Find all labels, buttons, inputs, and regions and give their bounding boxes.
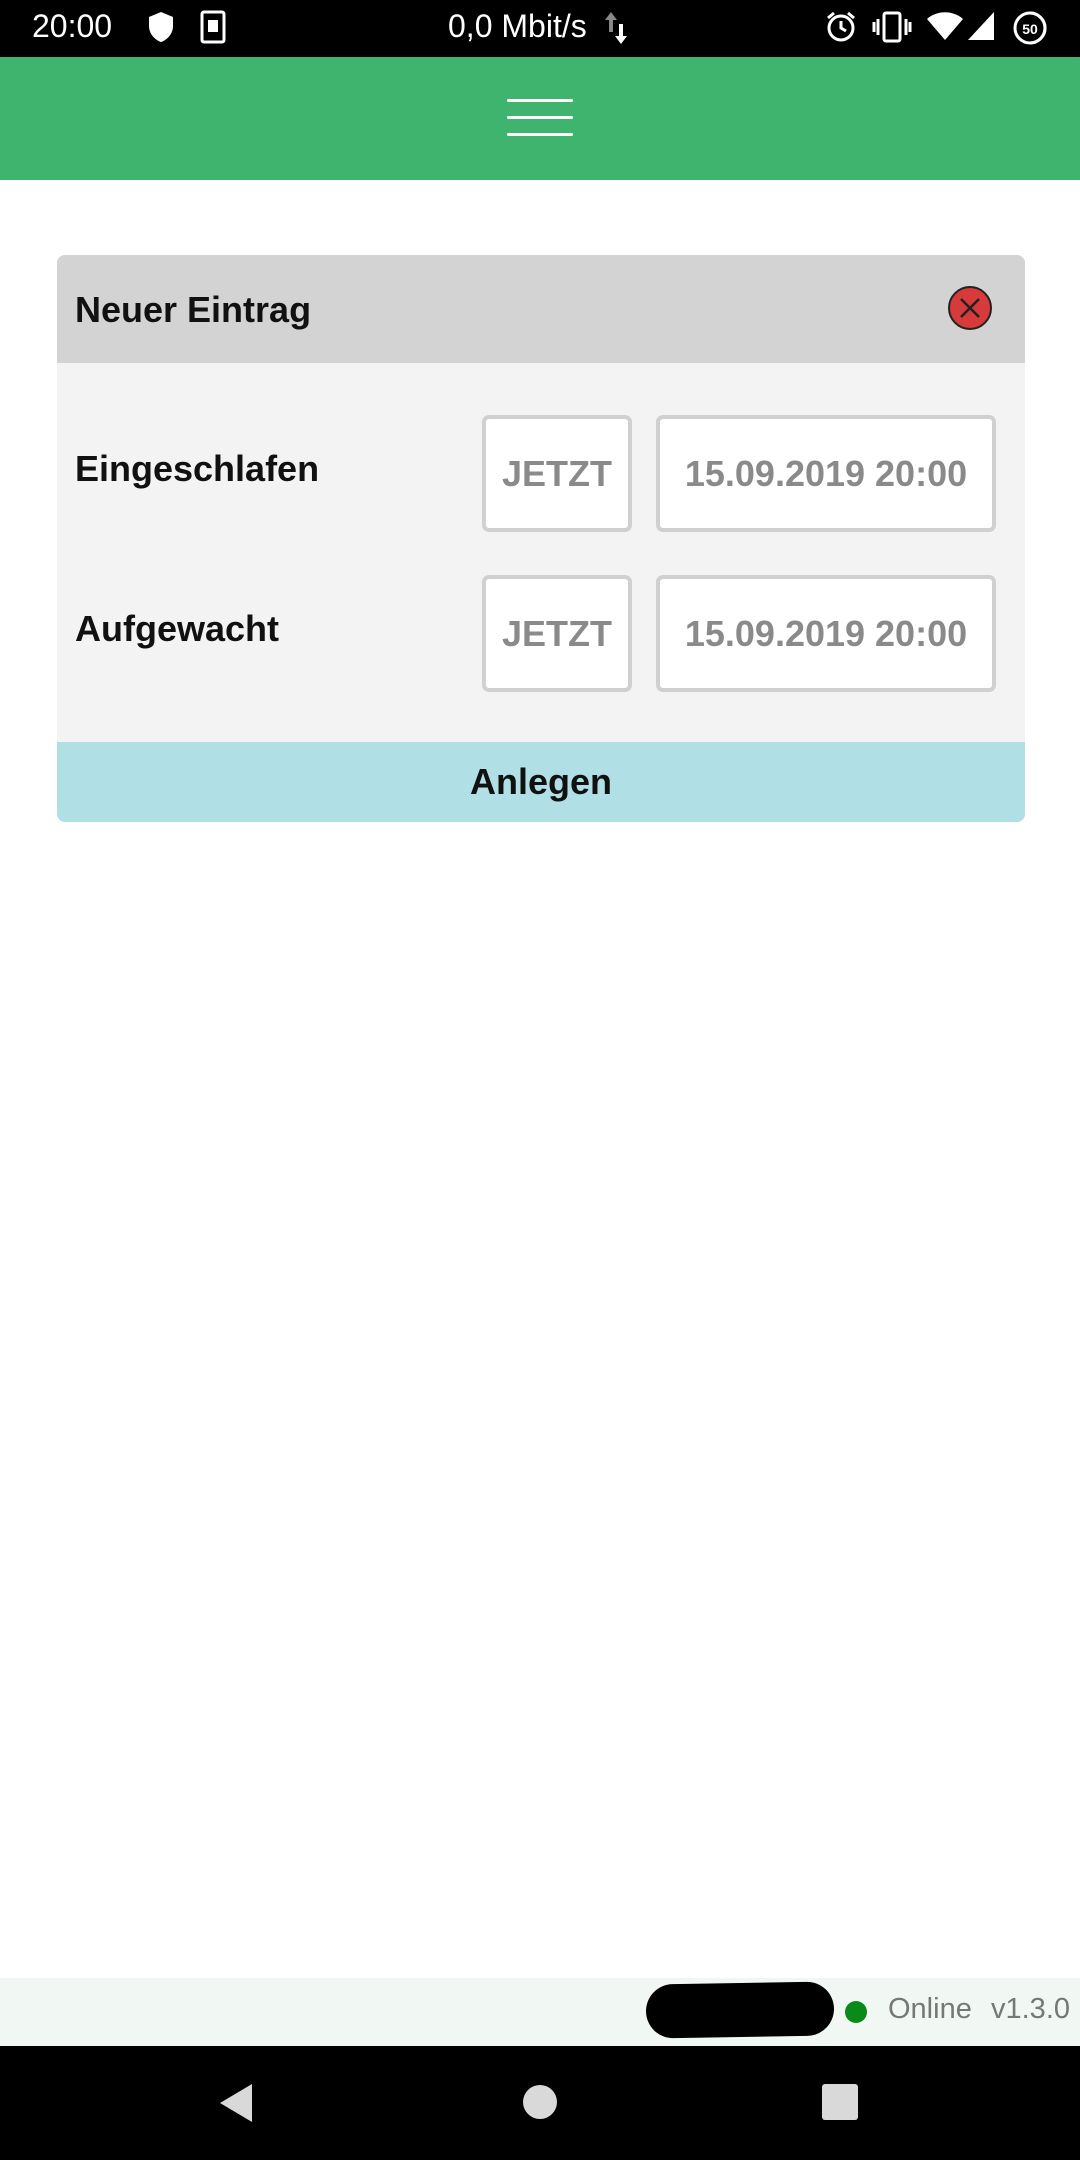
woke-up-now-button[interactable]: JETZT [482,575,632,692]
card-header: Neuer Eintrag [57,255,1025,363]
fell-asleep-now-button[interactable]: JETZT [482,415,632,532]
system-nav-bar [0,2046,1080,2160]
woke-up-label: Aufgewacht [75,608,280,649]
app-bar [0,57,1080,180]
status-time: 20:00 [32,8,113,44]
fell-asleep-datetime-field[interactable]: 15.09.2019 20:00 [656,415,996,532]
network-speed: 0,0 Mbit/s [448,8,587,44]
hamburger-menu-icon[interactable] [507,92,573,144]
wifi-icon [926,10,964,47]
battery-level: 50 [1022,21,1038,37]
card-title: Neuer Eintrag [75,289,312,330]
status-bar: 20:00 0,0 Mbit/s 50 [0,0,1080,57]
create-entry-button[interactable]: Anlegen [57,742,1025,822]
footer-status-bar: Online v1.3.0 [0,1978,1080,2046]
online-status-dot [845,2001,867,2023]
vibrate-icon [872,10,912,49]
shield-icon [147,10,175,49]
battery-icon: 50 [1012,10,1048,51]
data-arrows-icon [603,10,629,51]
woke-up-datetime-field[interactable]: 15.09.2019 20:00 [656,575,996,692]
alarm-icon [824,10,858,49]
redacted-area [645,1981,835,2039]
new-entry-card: Neuer Eintrag Eingeschlafen JETZT 15.09.… [57,255,1025,822]
back-icon[interactable] [218,2082,254,2129]
signal-icon [966,10,996,47]
close-circle-icon[interactable] [948,286,992,330]
recents-icon[interactable] [822,2084,858,2125]
version-label: v1.3.0 [991,1993,1070,2025]
fell-asleep-label: Eingeschlafen [75,448,320,489]
sim-card-icon [200,10,226,49]
online-status-text: Online [888,1993,972,2025]
home-icon[interactable] [522,2084,558,2125]
